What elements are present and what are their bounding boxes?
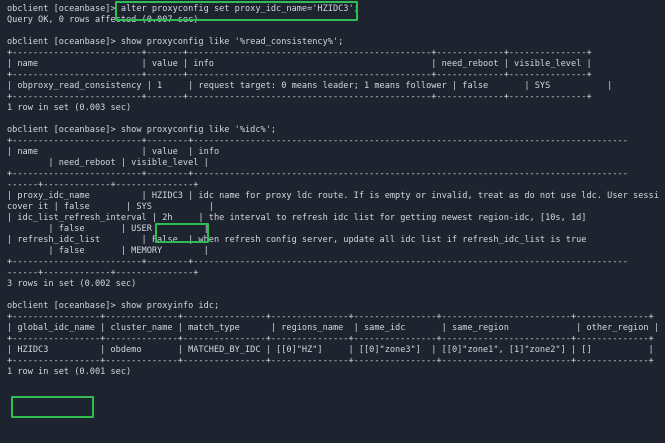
terminal-line: | HZIDC3 | obdemo | MATCHED_BY_IDC | [[0… <box>7 345 654 355</box>
terminal-line: +-------------------------+-------+-----… <box>7 92 592 102</box>
terminal-output: obclient [oceanbase]> alter proxyconfig … <box>7 4 659 378</box>
terminal-line: obclient [oceanbase]> show proxyinfo idc… <box>7 301 220 311</box>
terminal-line: ------+-------------+---------------+ <box>7 180 199 190</box>
terminal-line: | need_reboot | visible_level | <box>7 158 209 168</box>
terminal-line: 3 rows in set (0.002 sec) <box>7 279 137 289</box>
terminal-line: | refresh_idc_list | False | when refres… <box>7 235 587 245</box>
terminal-line: +-------------------------+--------+----… <box>7 169 628 179</box>
terminal-window[interactable]: obclient [oceanbase]> alter proxyconfig … <box>0 0 665 443</box>
terminal-line: | proxy_idc_name | HZIDC3 | idc name for… <box>7 191 659 201</box>
terminal-line: 1 row in set (0.001 sec) <box>7 367 132 377</box>
terminal-line: obclient [oceanbase]> alter proxyconfig … <box>7 4 359 14</box>
terminal-line: cover it | false | SYS | <box>7 202 214 212</box>
terminal-line: 1 row in set (0.003 sec) <box>7 103 132 113</box>
terminal-line: +-------------------------+--------+----… <box>7 136 628 146</box>
terminal-line: obclient [oceanbase]> show proxyconfig l… <box>7 37 344 47</box>
terminal-line: | false | MEMORY | <box>7 246 209 256</box>
terminal-line: | idc_list_refresh_interval | 2h | the i… <box>7 213 587 223</box>
terminal-line: +-------------------------+-------+-----… <box>7 70 592 80</box>
terminal-line: | global_idc_name | cluster_name | match… <box>7 323 659 333</box>
terminal-line: Query OK, 0 rows affected (0.007 sec) <box>7 15 199 25</box>
terminal-line: +-----------------+--------------+------… <box>7 312 654 322</box>
terminal-line: | name | value | info | need_reboot | vi… <box>7 59 592 69</box>
terminal-line: +-----------------+--------------+------… <box>7 334 654 344</box>
terminal-line: | false | USER | <box>7 224 209 234</box>
terminal-line: +-----------------+--------------+------… <box>7 356 654 366</box>
terminal-line: | name | value | info <box>7 147 220 157</box>
terminal-line: +-------------------------+-------+-----… <box>7 48 592 58</box>
terminal-line: obclient [oceanbase]> show proxyconfig l… <box>7 125 277 135</box>
terminal-line: +-------------------------+--------+----… <box>7 257 628 267</box>
terminal-line: | obproxy_read_consistency | 1 | request… <box>7 81 613 91</box>
highlight-global-idc-name <box>11 396 94 418</box>
terminal-line: ------+-------------+---------------+ <box>7 268 199 278</box>
